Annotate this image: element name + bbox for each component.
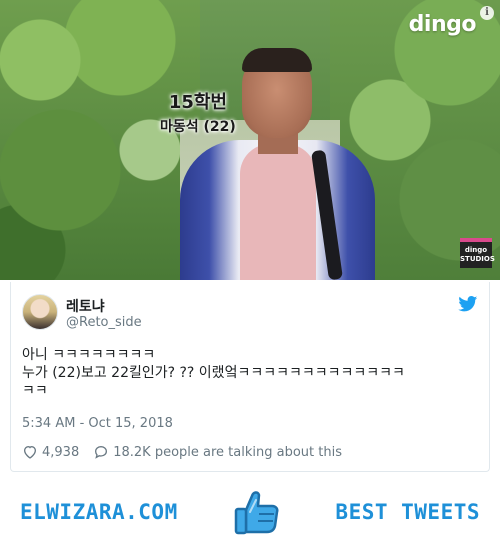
tweet-text: 아니 ㅋㅋㅋㅋㅋㅋㅋㅋ 누가 (22)보고 22킬인가? ?? 이랬엌ㅋㅋㅋㅋㅋ… bbox=[22, 346, 482, 400]
like-count[interactable]: 4,938 bbox=[42, 445, 79, 460]
info-icon[interactable]: i bbox=[480, 6, 494, 20]
footer-best-tweets-label[interactable]: BEST TWEETS bbox=[335, 500, 480, 524]
video-caption: 15학번 마동석 (22) bbox=[160, 88, 236, 136]
person-shirt bbox=[240, 144, 316, 280]
studios-badge-line2: STUDIOS bbox=[460, 255, 495, 263]
tweet-text-line-1: 아니 ㅋㅋㅋㅋㅋㅋㅋㅋ bbox=[22, 347, 156, 363]
avatar[interactable] bbox=[22, 294, 58, 330]
talking-about-count[interactable]: 18.2K people are talking about this bbox=[113, 445, 342, 460]
author-handle[interactable]: @Reto_side bbox=[66, 315, 142, 330]
reply-bubble-icon[interactable] bbox=[93, 444, 109, 460]
tweet-stats: 4,938 18.2K people are talking about thi… bbox=[22, 444, 342, 460]
person-figure bbox=[170, 40, 380, 280]
studios-badge: dingo STUDIOS bbox=[460, 238, 495, 268]
dingo-logo: dingo bbox=[408, 12, 477, 37]
tweet-text-line-2: 누가 (22)보고 22킬인가? ?? 이랬엌ㅋㅋㅋㅋㅋㅋㅋㅋㅋㅋㅋㅋㅋ bbox=[22, 365, 405, 381]
tweet-card: 레토냐 @Reto_side 아니 ㅋㅋㅋㅋㅋㅋㅋㅋ 누가 (22)보고 22킬… bbox=[10, 282, 490, 472]
tweet-text-line-3: ㅋㅋ bbox=[22, 383, 48, 399]
tweet-timestamp[interactable]: 5:34 AM - Oct 15, 2018 bbox=[22, 416, 173, 431]
person-hair bbox=[242, 48, 312, 72]
author-display-name[interactable]: 레토냐 bbox=[66, 296, 105, 316]
footer-banner: ELWIZARA.COM BEST TWEETS bbox=[0, 478, 500, 547]
thumbs-up-icon bbox=[234, 491, 279, 535]
footer-site-label[interactable]: ELWIZARA.COM bbox=[20, 500, 178, 524]
twitter-bird-icon[interactable] bbox=[458, 296, 478, 312]
tweet-media-image[interactable]: 15학번 마동석 (22) dingo i dingo STUDIOS bbox=[0, 0, 500, 280]
heart-icon[interactable] bbox=[22, 444, 38, 460]
studios-badge-line1: dingo bbox=[464, 246, 488, 254]
caption-line-1: 15학번 bbox=[168, 92, 227, 113]
caption-line-2: 마동석 (22) bbox=[160, 119, 236, 135]
